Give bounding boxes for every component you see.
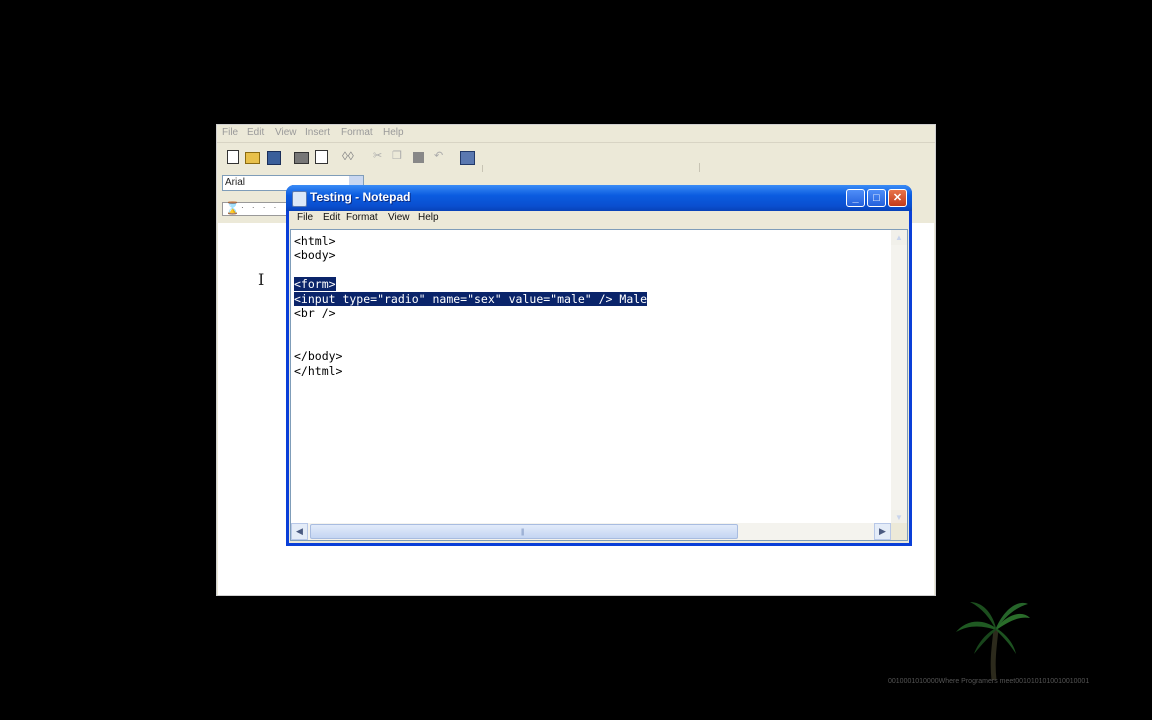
scroll-thumb[interactable]: ||| (310, 524, 738, 539)
text-editor[interactable]: <html> <body> <form> <input type="radio" n… (290, 229, 908, 541)
copy-icon[interactable]: ❐ (392, 149, 408, 165)
notepad-body: File Edit Format View Help <html> <body> … (289, 211, 909, 543)
insert-datetime-icon[interactable] (460, 151, 475, 165)
paste-icon[interactable] (413, 152, 424, 163)
notepad-menubar: File Edit Format View Help (289, 211, 909, 227)
editor-line[interactable]: <input type="radio" name="sex" value="ma… (294, 291, 648, 306)
window-title: Testing - Notepad (310, 190, 411, 204)
text-cursor-icon: I (258, 270, 265, 289)
wordpad-menubar: File Edit View Insert Format Help (217, 125, 935, 143)
scroll-right-icon[interactable]: ▶ (874, 523, 891, 540)
editor-line[interactable]: </html> (294, 364, 647, 378)
indent-marker-icon[interactable]: ⌛ (225, 201, 240, 215)
editor-content[interactable]: <html> <body> <form> <input type="radio" n… (294, 234, 648, 378)
print-preview-icon[interactable] (315, 150, 328, 164)
vertical-scrollbar[interactable]: ▲ ▼ (891, 230, 907, 525)
new-document-icon[interactable] (227, 150, 239, 164)
watermark-text: 0010001010000Where Programers meet001010… (888, 678, 1090, 685)
menu-edit[interactable]: Edit (323, 212, 340, 223)
wordpad-toolbar: ◊◊ ✂ ❐ ↶ (217, 143, 935, 187)
wordpad-menu-help[interactable]: Help (383, 127, 404, 138)
menu-view[interactable]: View (388, 212, 410, 223)
save-icon[interactable] (267, 151, 281, 165)
editor-line[interactable]: <body> (294, 248, 647, 262)
menu-file[interactable]: File (297, 212, 313, 223)
open-folder-icon[interactable] (245, 152, 260, 164)
wordpad-menu-format[interactable]: Format (341, 127, 373, 138)
find-icon[interactable]: ◊◊ (342, 149, 358, 165)
scroll-up-icon[interactable]: ▲ (891, 230, 907, 245)
editor-line[interactable] (294, 263, 647, 277)
editor-line[interactable]: <form> (294, 277, 647, 292)
print-icon[interactable] (294, 152, 309, 164)
size-grip[interactable] (891, 523, 907, 540)
font-select-value: Arial (225, 177, 246, 188)
editor-line[interactable] (294, 335, 647, 349)
editor-line[interactable] (294, 320, 647, 334)
menu-help[interactable]: Help (418, 212, 439, 223)
grip-icon: ||| (521, 529, 525, 536)
wordpad-menu-view[interactable]: View (275, 127, 297, 138)
undo-icon[interactable]: ↶ (434, 149, 450, 165)
notepad-app-icon[interactable] (292, 191, 307, 207)
wordpad-menu-insert[interactable]: Insert (305, 127, 330, 138)
maximize-button[interactable]: □ (867, 189, 886, 207)
horizontal-scrollbar[interactable]: ◀ ||| ▶ (291, 523, 891, 540)
wordpad-menu-edit[interactable]: Edit (247, 127, 264, 138)
editor-line[interactable]: <br /> (294, 306, 647, 320)
cut-icon[interactable]: ✂ (373, 149, 389, 165)
editor-line[interactable]: </body> (294, 349, 647, 363)
editor-line[interactable]: <html> (294, 234, 647, 248)
notepad-window: Testing - Notepad _ □ ✕ File Edit Format… (286, 185, 912, 546)
notepad-titlebar[interactable]: Testing - Notepad _ □ ✕ (286, 185, 912, 211)
wordpad-menu-file[interactable]: File (222, 127, 238, 138)
scroll-left-icon[interactable]: ◀ (291, 523, 308, 540)
minimize-button[interactable]: _ (846, 189, 865, 207)
close-button[interactable]: ✕ (888, 189, 907, 207)
palm-tree-logo (956, 602, 1030, 681)
menu-format[interactable]: Format (346, 212, 378, 223)
